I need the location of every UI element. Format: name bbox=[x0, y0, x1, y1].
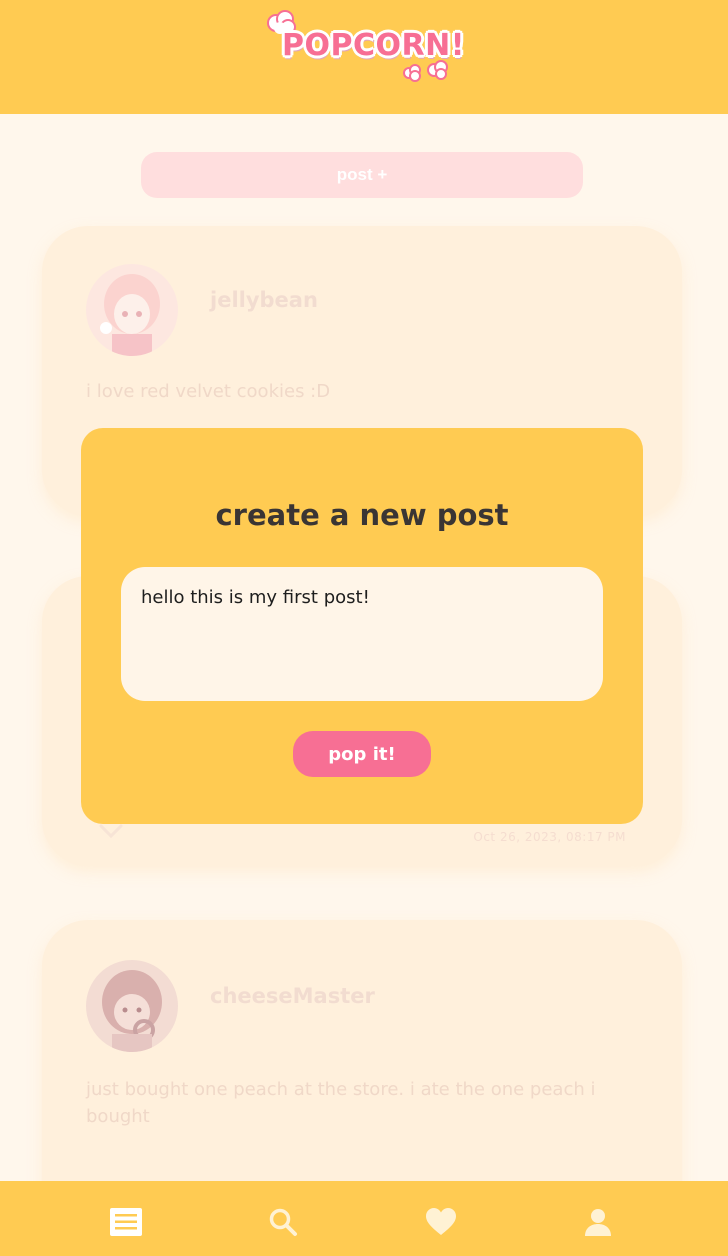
modal-title: create a new post bbox=[215, 498, 509, 532]
pop-it-button[interactable]: pop it! bbox=[293, 731, 431, 777]
avatar[interactable] bbox=[86, 960, 178, 1052]
post-username[interactable]: jellybean bbox=[210, 288, 318, 312]
nav-item-feed[interactable] bbox=[109, 1205, 143, 1239]
header: POPCORN! bbox=[0, 0, 728, 114]
profile-icon bbox=[585, 1209, 611, 1236]
avatar-image bbox=[86, 960, 178, 1052]
nav-item-search[interactable] bbox=[266, 1205, 300, 1239]
nav-item-likes[interactable] bbox=[424, 1205, 458, 1239]
avatar[interactable] bbox=[86, 264, 178, 356]
popcorn-puff-icon bbox=[427, 60, 448, 80]
post-username[interactable]: cheeseMaster bbox=[210, 984, 375, 1008]
avatar-image bbox=[86, 264, 178, 356]
new-post-modal: create a new post pop it! bbox=[81, 428, 643, 824]
post-text: just bought one peach at the store. i at… bbox=[86, 1079, 596, 1127]
post-input[interactable] bbox=[121, 567, 603, 701]
post-timestamp: Oct 26, 2023, 08:17 PM bbox=[473, 830, 626, 844]
heart-icon bbox=[426, 1208, 456, 1235]
app-screen: POPCORN! post + jellybean i love red vel… bbox=[0, 0, 728, 1256]
feed-icon bbox=[110, 1208, 142, 1236]
post-text: i love red velvet cookies :D bbox=[86, 381, 331, 402]
search-icon bbox=[269, 1208, 297, 1236]
new-post-button[interactable]: post + bbox=[141, 152, 583, 198]
nav-item-profile[interactable] bbox=[581, 1205, 615, 1239]
popcorn-puff-icon bbox=[403, 64, 421, 82]
bottom-nav bbox=[0, 1181, 728, 1256]
like-icon[interactable] bbox=[98, 824, 124, 840]
popcorn-logo[interactable]: POPCORN! bbox=[266, 10, 464, 90]
